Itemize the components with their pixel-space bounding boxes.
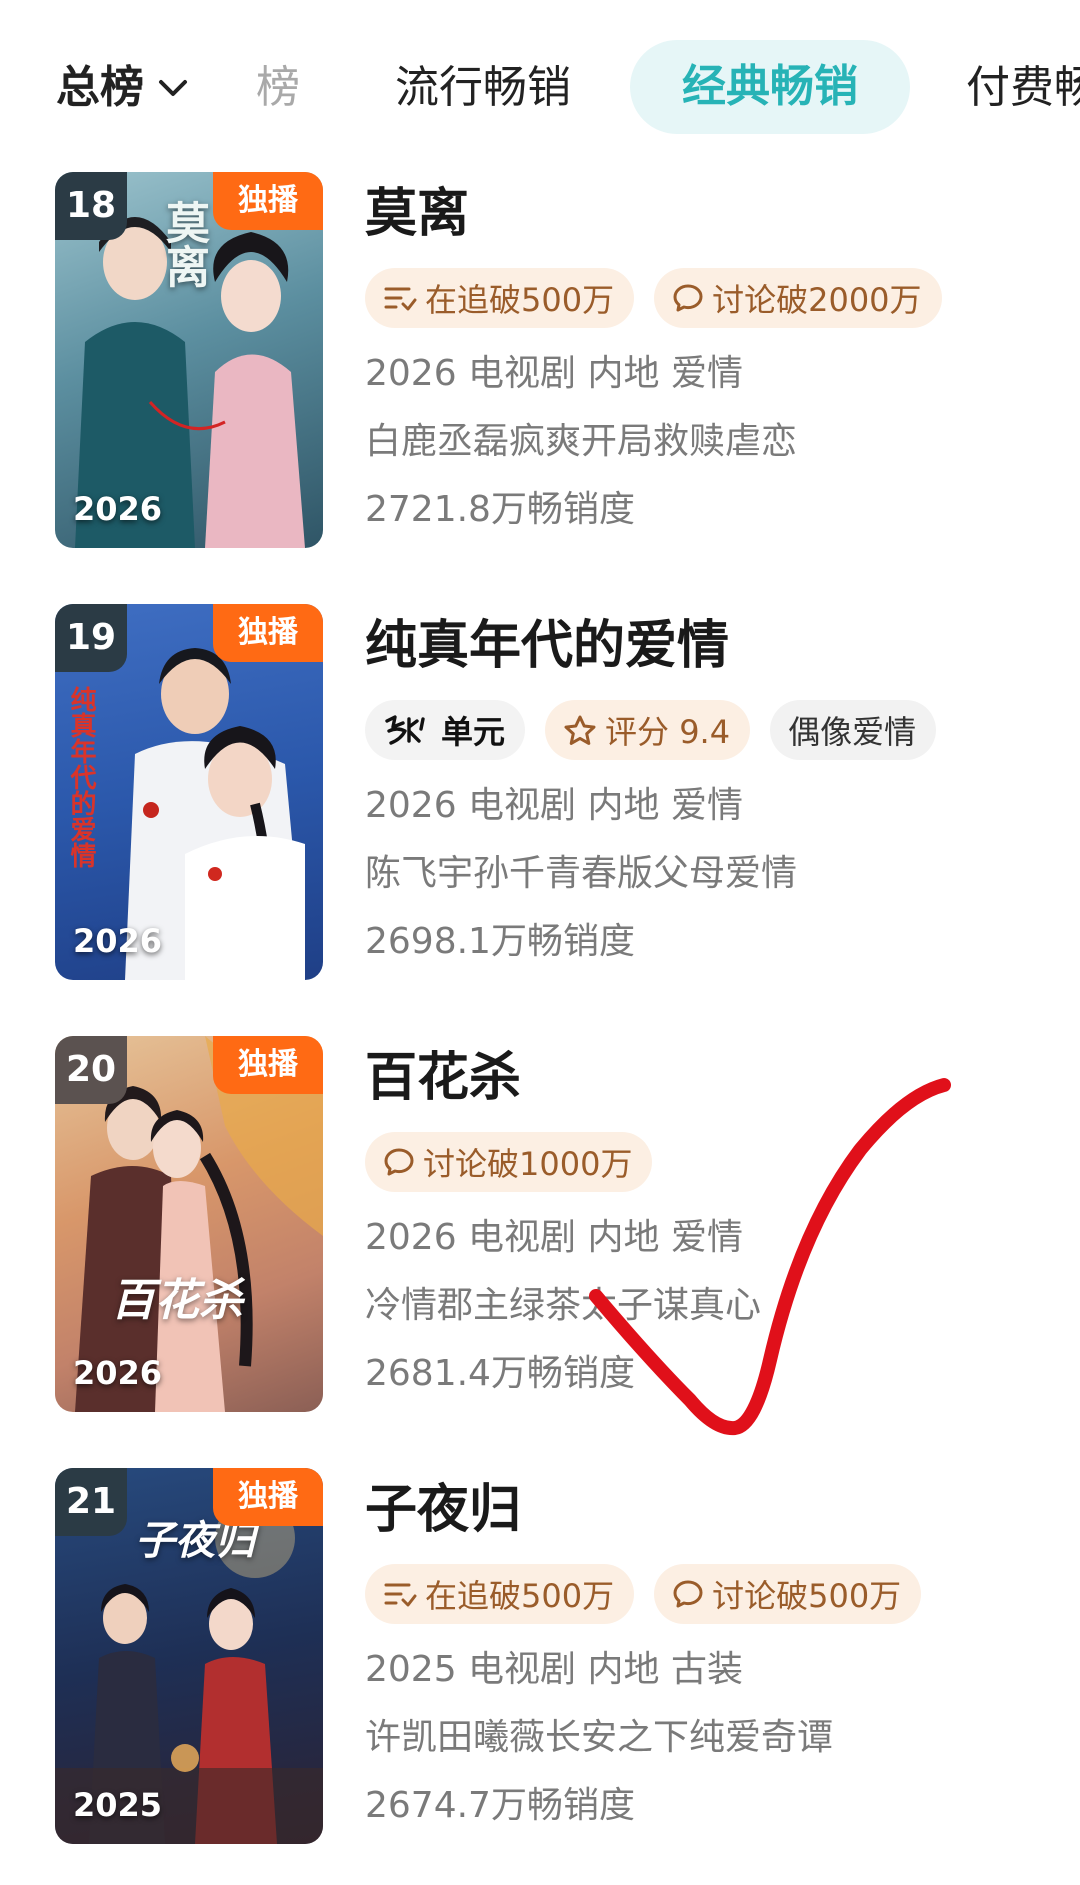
tab-classic-sales[interactable]: 经典畅销 bbox=[630, 40, 910, 134]
chat-bubble-icon bbox=[384, 1148, 414, 1176]
drama-title[interactable]: 子夜归 bbox=[365, 1474, 521, 1546]
drama-info: 2026 电视剧 内地 爱情 bbox=[365, 1217, 743, 1258]
chevron-down-icon bbox=[158, 78, 188, 98]
rank-badge: 20 bbox=[55, 1036, 127, 1104]
drama-info: 2025 电视剧 内地 古装 bbox=[365, 1649, 743, 1690]
list-item[interactable]: 百花杀 20 独播 2026 百花杀 讨论破1000万 2026 电视剧 内地 … bbox=[0, 1036, 1080, 1426]
drama-info: 2026 电视剧 内地 爱情 bbox=[365, 353, 743, 394]
poster-year: 2026 bbox=[73, 922, 163, 960]
sales-score: 2698.1万畅销度 bbox=[365, 921, 635, 962]
tag-text: 偶像爱情 bbox=[788, 713, 917, 751]
tag-firefly-unit: 单元 bbox=[365, 700, 526, 760]
chat-bubble-icon bbox=[673, 284, 703, 312]
poster-title-art: 纯真年代的爱情 bbox=[66, 686, 96, 868]
firefly-logo bbox=[385, 715, 425, 745]
tag-text: 单元 bbox=[441, 713, 506, 751]
poster-year: 2026 bbox=[73, 1354, 163, 1392]
list-item[interactable]: 莫离 18 独播 2026 莫离 在追破500万 讨论破2000万 2026 电… bbox=[0, 172, 1080, 562]
sales-score: 2681.4万畅销度 bbox=[365, 1353, 635, 1394]
tag-row: 单元 评分 9.4 偶像爱情 bbox=[365, 700, 937, 760]
drama-description: 冷情郡主绿茶太子谋真心 bbox=[365, 1285, 762, 1326]
rank-badge: 18 bbox=[55, 172, 127, 240]
poster-year: 2026 bbox=[73, 490, 163, 528]
tab-paid-sales[interactable]: 付费畅 bbox=[966, 56, 1080, 120]
tag-row: 讨论破1000万 bbox=[365, 1132, 653, 1192]
tag-text: 评分 9.4 bbox=[605, 713, 731, 751]
tag-following: 在追破500万 bbox=[365, 1564, 635, 1624]
tag-text: 讨论破1000万 bbox=[423, 1145, 633, 1183]
follow-list-icon bbox=[384, 1583, 417, 1607]
tag-text: 在追破500万 bbox=[425, 281, 615, 319]
sales-score: 2674.7万畅销度 bbox=[365, 1785, 635, 1826]
tag-following: 在追破500万 bbox=[365, 268, 635, 328]
poster-image[interactable]: 子夜归 21 独播 2025 bbox=[55, 1468, 323, 1844]
drama-info: 2026 电视剧 内地 爱情 bbox=[365, 785, 743, 826]
drama-description: 白鹿丞磊疯爽开局救赎虐恋 bbox=[365, 421, 798, 462]
poster-image[interactable]: 莫离 18 独播 2026 bbox=[55, 172, 323, 548]
poster-year: 2025 bbox=[73, 1786, 163, 1824]
tag-row: 在追破500万 讨论破2000万 bbox=[365, 268, 942, 328]
tab-popular-sales[interactable]: 流行畅销 bbox=[395, 56, 571, 120]
poster-image[interactable]: 百花杀 20 独播 2026 bbox=[55, 1036, 323, 1412]
sales-score: 2721.8万畅销度 bbox=[365, 489, 635, 530]
tab-truncated[interactable]: 榜 bbox=[256, 56, 300, 120]
ranking-tab-bar: 总榜 榜 流行畅销 经典畅销 付费畅 bbox=[0, 0, 1080, 180]
tag-rating: 评分 9.4 bbox=[545, 700, 751, 760]
poster-title-art: 莫离 bbox=[158, 200, 209, 288]
chat-bubble-icon bbox=[673, 1580, 703, 1608]
star-icon bbox=[564, 715, 596, 745]
poster-image[interactable]: 纯真年代的爱情 19 独播 2026 bbox=[55, 604, 323, 980]
tag-discussion: 讨论破1000万 bbox=[365, 1132, 653, 1192]
drama-description: 陈飞宇孙千青春版父母爱情 bbox=[365, 853, 798, 894]
rank-badge: 19 bbox=[55, 604, 127, 672]
poster-title-art: 百花杀 bbox=[111, 1275, 243, 1326]
tag-discussion: 讨论破2000万 bbox=[654, 268, 942, 328]
follow-list-icon bbox=[384, 287, 417, 311]
tab-total-ranking[interactable]: 总榜 bbox=[56, 56, 188, 120]
exclusive-badge: 独播 bbox=[213, 1468, 323, 1526]
drama-title[interactable]: 纯真年代的爱情 bbox=[365, 610, 729, 682]
tag-text: 讨论破500万 bbox=[712, 1577, 902, 1615]
drama-description: 许凯田曦薇长安之下纯爱奇谭 bbox=[365, 1717, 834, 1758]
drama-title[interactable]: 百花杀 bbox=[365, 1042, 521, 1114]
tag-discussion: 讨论破500万 bbox=[654, 1564, 922, 1624]
drama-title[interactable]: 莫离 bbox=[365, 178, 469, 250]
tag-text: 讨论破2000万 bbox=[712, 281, 922, 319]
tag-genre: 偶像爱情 bbox=[770, 700, 937, 760]
exclusive-badge: 独播 bbox=[213, 604, 323, 662]
exclusive-badge: 独播 bbox=[213, 1036, 323, 1094]
list-item[interactable]: 纯真年代的爱情 19 独播 2026 纯真年代的爱情 单元 评分 9.4 偶像爱… bbox=[0, 604, 1080, 994]
exclusive-badge: 独播 bbox=[213, 172, 323, 230]
list-item[interactable]: 子夜归 21 独播 2025 子夜归 在追破500万 讨论破500万 2025 … bbox=[0, 1468, 1080, 1858]
tab-total-label: 总榜 bbox=[56, 62, 144, 113]
tag-row: 在追破500万 讨论破500万 bbox=[365, 1564, 922, 1624]
tag-text: 在追破500万 bbox=[425, 1577, 615, 1615]
rank-badge: 21 bbox=[55, 1468, 127, 1536]
